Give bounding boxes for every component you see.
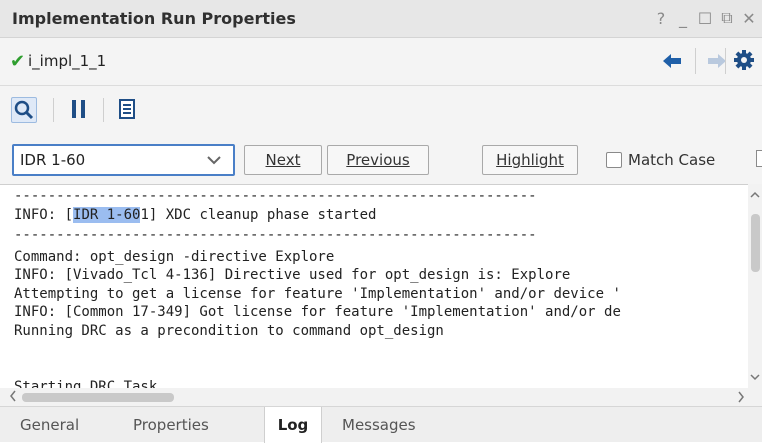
back-arrow-icon[interactable]: [661, 50, 683, 72]
scroll-down-icon[interactable]: [750, 372, 760, 382]
match-case-label: Match Case: [628, 151, 716, 169]
chevron-down-icon[interactable]: [205, 151, 223, 169]
scroll-left-icon[interactable]: [8, 390, 18, 402]
log-line: Running DRC as a precondition to command…: [14, 323, 444, 339]
log-line: Attempting to get a license for feature …: [14, 286, 621, 302]
highlight-button-label: Highlight: [496, 151, 564, 169]
title-bar: Implementation Run Properties ? _ ☐ ⧉ ✕: [0, 0, 762, 38]
previous-button[interactable]: Previous: [327, 145, 429, 175]
log-text: INFO: [: [14, 207, 74, 223]
tab-general[interactable]: General: [20, 416, 79, 434]
vertical-scroll-thumb[interactable]: [751, 214, 760, 272]
log-view[interactable]: ----------------------------------------…: [0, 184, 748, 388]
tab-properties[interactable]: Properties: [133, 416, 209, 434]
log-line: Starting DRC Task: [14, 379, 158, 388]
maximize-icon[interactable]: ☐: [696, 7, 714, 29]
pause-icon[interactable]: [72, 100, 86, 118]
match-case-checkbox[interactable]: Match Case: [606, 149, 715, 171]
log-line: ----------------------------------------…: [14, 188, 537, 204]
divider: [53, 98, 54, 122]
log-line: INFO: [Common 17-349] Got license for fe…: [14, 304, 621, 320]
search-icon: [14, 100, 34, 120]
log-line: INFO: [Vivado_Tcl 4-136] Directive used …: [14, 267, 571, 283]
divider: [695, 48, 696, 74]
tab-log[interactable]: Log: [264, 407, 322, 443]
scroll-up-icon[interactable]: [750, 190, 760, 200]
divider: [725, 48, 726, 74]
check-icon: ✔: [10, 51, 26, 72]
highlight-button[interactable]: Highlight: [482, 145, 578, 175]
window-title: Implementation Run Properties: [12, 9, 296, 28]
log-line: INFO: [IDR 1-601] XDC cleanup phase star…: [14, 206, 376, 224]
run-name: i_impl_1_1: [28, 52, 107, 70]
next-button-label: Next: [265, 151, 301, 169]
search-button[interactable]: [11, 97, 37, 123]
run-bar: ✔ i_impl_1_1: [0, 38, 762, 86]
find-input[interactable]: [20, 150, 200, 170]
close-icon[interactable]: ✕: [740, 7, 758, 29]
gear-icon[interactable]: [733, 49, 755, 71]
find-bar: Next Previous Highlight Match Case: [0, 138, 762, 184]
tab-bar: General Properties Log Messages: [0, 406, 762, 443]
horizontal-scroll-thumb[interactable]: [22, 393, 174, 402]
scroll-right-icon[interactable]: [736, 391, 746, 403]
previous-button-label: Previous: [346, 151, 410, 169]
divider: [103, 98, 104, 122]
restore-icon[interactable]: ⧉: [718, 7, 736, 29]
checkbox-box[interactable]: [606, 152, 622, 168]
help-icon[interactable]: ?: [652, 7, 670, 29]
tab-messages[interactable]: Messages: [342, 416, 416, 434]
log-text: 1] XDC cleanup phase started: [140, 207, 377, 223]
log-line: Command: opt_design -directive Explore: [14, 249, 335, 265]
log-line: ----------------------------------------…: [14, 227, 537, 243]
log-toolbar: [0, 86, 762, 138]
clipped-checkbox[interactable]: [756, 150, 762, 167]
document-icon[interactable]: [119, 99, 135, 119]
minimize-icon[interactable]: _: [674, 7, 692, 29]
find-combobox[interactable]: [12, 144, 235, 176]
search-match-highlight: IDR 1-60: [73, 207, 141, 223]
window-controls: ? _ ☐ ⧉ ✕: [652, 7, 758, 29]
next-button[interactable]: Next: [244, 145, 322, 175]
